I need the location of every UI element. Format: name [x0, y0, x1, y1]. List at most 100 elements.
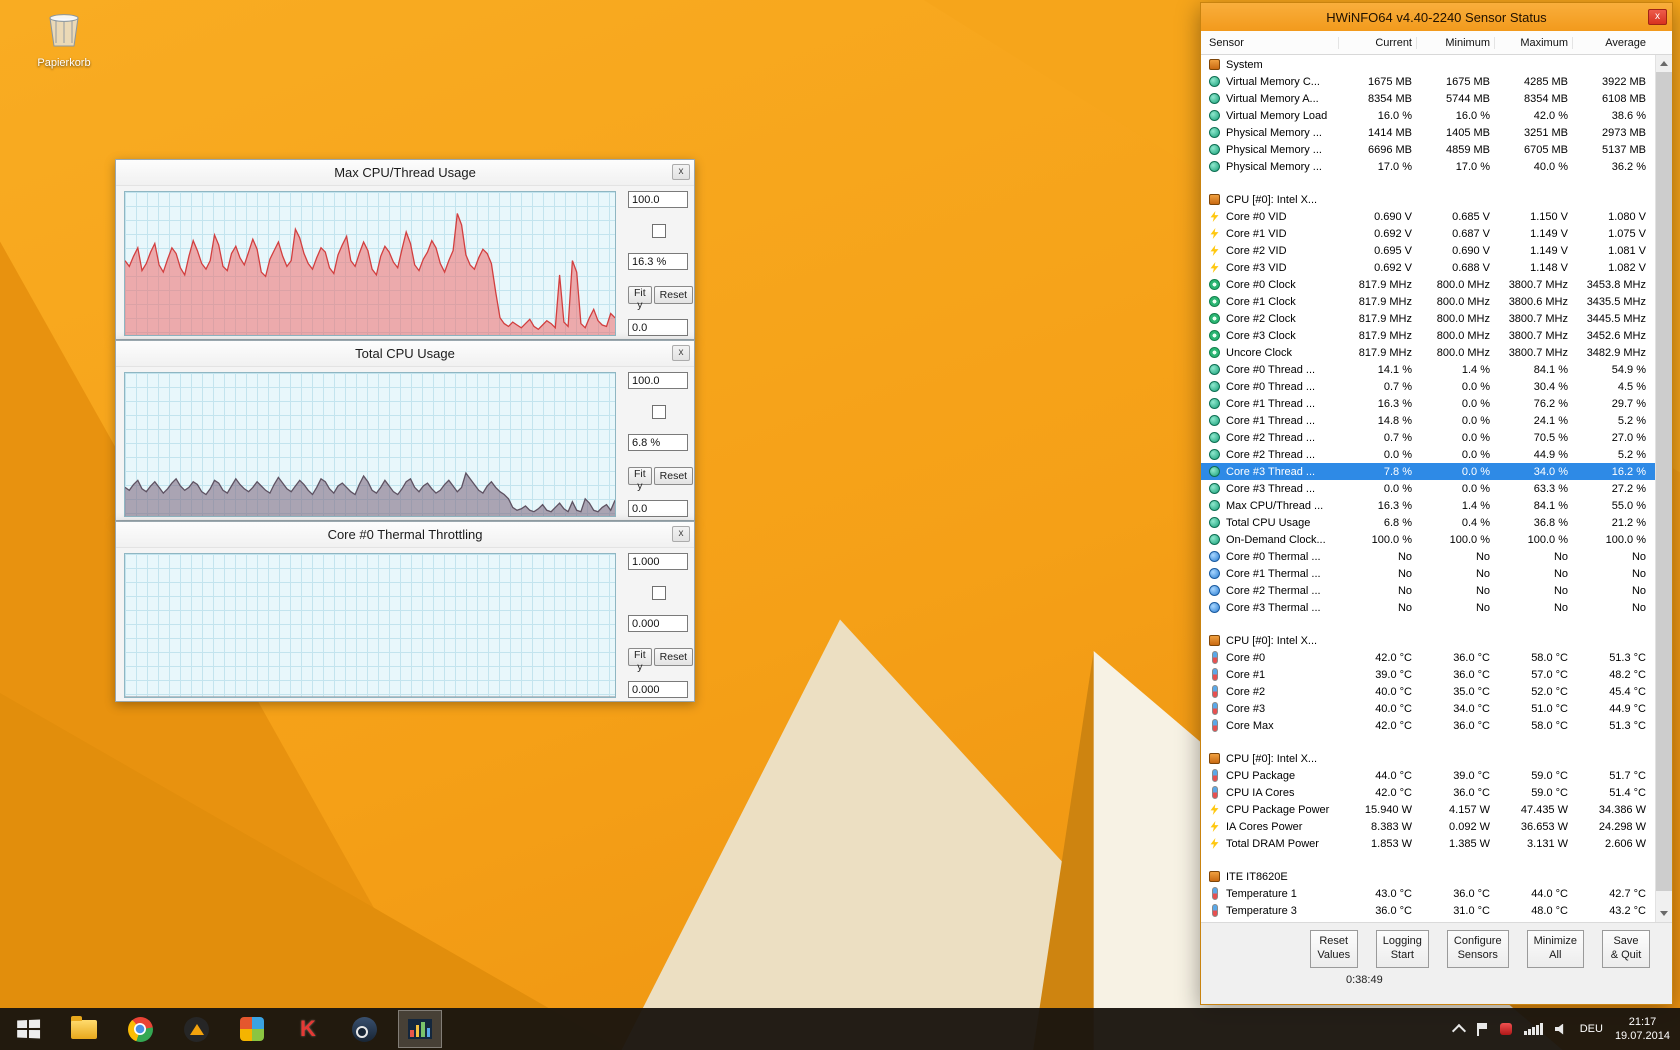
- scrollbar[interactable]: [1655, 55, 1672, 922]
- sensor-row[interactable]: Core #1 Thermal ... No No No No: [1209, 565, 1650, 582]
- sensor-row[interactable]: Virtual Memory Load 16.0 % 16.0 % 42.0 % 38.…: [1209, 107, 1650, 124]
- column-header-maximum[interactable]: Maximum: [1494, 36, 1572, 49]
- sensor-row[interactable]: Virtual Memory C... 1675 MB 1675 MB 4285 MB…: [1209, 73, 1650, 90]
- sensor-row[interactable]: Core #0 VID 0.690 V 0.685 V 1.150 V 1.080 V: [1209, 208, 1650, 225]
- logging-start-button[interactable]: Logging Start: [1375, 930, 1429, 968]
- steam-button[interactable]: [342, 1010, 386, 1048]
- sensor-row[interactable]: Core #0 Thread ... 0.7 % 0.0 % 30.4 % 4.5 %: [1209, 378, 1650, 395]
- file-explorer-button[interactable]: [62, 1010, 106, 1048]
- sensor-row[interactable]: CPU Package 44.0 °C 39.0 °C 59.0 °C 51.7 °C: [1209, 767, 1650, 784]
- y-max-input[interactable]: 100.0: [628, 372, 688, 389]
- sensor-row[interactable]: Core #1 VID 0.692 V 0.687 V 1.149 V 1.075 V: [1209, 225, 1650, 242]
- sensor-row[interactable]: Physical Memory ... 1414 MB 1405 MB 3251 MB…: [1209, 124, 1650, 141]
- sensor-row[interactable]: Temperature 3 36.0 °C 31.0 °C 48.0 °C 43.2 °…: [1209, 902, 1650, 919]
- sensor-row[interactable]: Core #1 39.0 °C 36.0 °C 57.0 °C 48.2 °C: [1209, 666, 1650, 683]
- sensor-row[interactable]: Core #3 Clock 817.9 MHz 800.0 MHz 3800.7 MH…: [1209, 327, 1650, 344]
- checkbox[interactable]: [652, 223, 666, 238]
- sensor-row[interactable]: Core #2 40.0 °C 35.0 °C 52.0 °C 45.4 °C: [1209, 683, 1650, 700]
- fit-y-button[interactable]: Fit y: [628, 647, 652, 673]
- sensor-row[interactable]: Core #2 Thread ... 0.7 % 0.0 % 70.5 % 27.0 %: [1209, 429, 1650, 446]
- kaspersky-button[interactable]: K: [286, 1010, 330, 1048]
- checkbox[interactable]: [652, 585, 666, 600]
- reset-values-button[interactable]: Reset Values: [1309, 930, 1358, 968]
- y-max-input[interactable]: 100.0: [628, 191, 688, 208]
- hwinfo-titlebar[interactable]: HWiNFO64 v4.40-2240 Sensor Status x: [1201, 3, 1672, 31]
- sensor-row[interactable]: Core #3 Thread ... 0.0 % 0.0 % 63.3 % 27.2 %: [1209, 480, 1650, 497]
- close-icon[interactable]: x: [672, 526, 690, 542]
- column-header-minimum[interactable]: Minimum: [1416, 36, 1494, 49]
- scrollbar-up-arrow[interactable]: [1656, 55, 1672, 72]
- y-min-input[interactable]: 0.0: [628, 500, 688, 517]
- media-app-button[interactable]: [174, 1010, 218, 1048]
- column-header-current[interactable]: Current: [1338, 36, 1416, 49]
- sensor-row[interactable]: Core #2 VID 0.695 V 0.690 V 1.149 V 1.081 V: [1209, 242, 1650, 259]
- y-min-input[interactable]: 0.000: [628, 681, 688, 698]
- sensor-row[interactable]: Core #1 Thread ... 14.8 % 0.0 % 24.1 % 5.2 %: [1209, 412, 1650, 429]
- sensor-row[interactable]: Core #0 Thermal ... No No No No: [1209, 548, 1650, 565]
- y-max-input[interactable]: 1.000: [628, 553, 688, 570]
- sensor-group-row[interactable]: CPU [#0]: Intel X...: [1209, 191, 1650, 208]
- sensor-row[interactable]: Core Max 42.0 °C 36.0 °C 58.0 °C 51.3 °C: [1209, 717, 1650, 734]
- volume-icon[interactable]: [1554, 1023, 1564, 1035]
- network-icon[interactable]: [1524, 1023, 1543, 1035]
- close-icon[interactable]: x: [672, 345, 690, 361]
- sensor-row[interactable]: Core #0 Clock 817.9 MHz 800.0 MHz 3800.7 MH…: [1209, 276, 1650, 293]
- sensor-row[interactable]: Max CPU/Thread ... 16.3 % 1.4 % 84.1 % 55.0 …: [1209, 497, 1650, 514]
- sensor-row[interactable]: Core #1 Clock 817.9 MHz 800.0 MHz 3800.6 MH…: [1209, 293, 1650, 310]
- recycle-bin[interactable]: Papierkorb: [26, 8, 102, 69]
- current-value-input[interactable]: 16.3 %: [628, 253, 688, 270]
- start-button[interactable]: [6, 1010, 50, 1048]
- sensor-row[interactable]: CPU IA Cores 42.0 °C 36.0 °C 59.0 °C 51.4 °C: [1209, 784, 1650, 801]
- column-header-sensor[interactable]: Sensor: [1209, 37, 1338, 49]
- chrome-button[interactable]: [118, 1010, 162, 1048]
- scrollbar-thumb[interactable]: [1656, 72, 1672, 891]
- show-hidden-icons-chevron-icon[interactable]: [1452, 1023, 1467, 1038]
- sensor-row[interactable]: Core #3 Thermal ... No No No No: [1209, 599, 1650, 616]
- close-icon[interactable]: x: [1648, 9, 1667, 25]
- sensor-row[interactable]: Core #3 VID 0.692 V 0.688 V 1.148 V 1.082 V: [1209, 259, 1650, 276]
- reset-button[interactable]: Reset: [653, 466, 694, 485]
- sensor-row[interactable]: Core #2 Thread ... 0.0 % 0.0 % 44.9 % 5.2 %: [1209, 446, 1650, 463]
- reset-button[interactable]: Reset: [653, 647, 694, 666]
- sensor-row[interactable]: Total DRAM Power 1.853 W 1.385 W 3.131 W 2.6…: [1209, 835, 1650, 852]
- sensor-group-row[interactable]: System: [1209, 56, 1650, 73]
- fit-y-button[interactable]: Fit y: [628, 466, 652, 492]
- current-value-input[interactable]: 0.000: [628, 615, 688, 632]
- save-quit-button[interactable]: Save & Quit: [1602, 930, 1650, 968]
- sensor-row[interactable]: Core #3 40.0 °C 34.0 °C 51.0 °C 44.9 °C: [1209, 700, 1650, 717]
- sensor-group-row[interactable]: CPU [#0]: Intel X...: [1209, 750, 1650, 767]
- sensor-row[interactable]: On-Demand Clock... 100.0 % 100.0 % 100.0 % 1…: [1209, 531, 1650, 548]
- sensor-row[interactable]: Temperature 1 43.0 °C 36.0 °C 44.0 °C 42.7 °…: [1209, 885, 1650, 902]
- sensor-row[interactable]: Core #2 Clock 817.9 MHz 800.0 MHz 3800.7 MH…: [1209, 310, 1650, 327]
- column-header-average[interactable]: Average: [1572, 36, 1650, 49]
- hwinfo-taskbar-button[interactable]: [398, 1010, 442, 1048]
- graph-window-titlebar[interactable]: Max CPU/Thread Usage x: [116, 160, 694, 186]
- sensor-row[interactable]: Core #1 Thread ... 16.3 % 0.0 % 76.2 % 29.7 …: [1209, 395, 1650, 412]
- graph-window-titlebar[interactable]: Core #0 Thermal Throttling x: [116, 522, 694, 548]
- minimize-all-button[interactable]: Minimize All: [1526, 930, 1584, 968]
- fit-y-button[interactable]: Fit y: [628, 285, 652, 311]
- kaspersky-tray-icon[interactable]: [1500, 1023, 1513, 1035]
- sensor-row[interactable]: Core #0 42.0 °C 36.0 °C 58.0 °C 51.3 °C: [1209, 649, 1650, 666]
- sensor-row[interactable]: Physical Memory ... 17.0 % 17.0 % 40.0 % 36.…: [1209, 158, 1650, 175]
- scrollbar-down-arrow[interactable]: [1656, 905, 1672, 922]
- sensor-row[interactable]: Core #2 Thermal ... No No No No: [1209, 582, 1650, 599]
- sensor-row[interactable]: Core #0 Thread ... 14.1 % 1.4 % 84.1 % 54.9 …: [1209, 361, 1650, 378]
- clock[interactable]: 21:17 19.07.2014: [1615, 1015, 1670, 1044]
- sensor-row[interactable]: Physical Memory ... 6696 MB 4859 MB 6705 MB…: [1209, 141, 1650, 158]
- sensor-group-row[interactable]: CPU [#0]: Intel X...: [1209, 632, 1650, 649]
- checkbox[interactable]: [652, 404, 666, 419]
- sensor-row[interactable]: Uncore Clock 817.9 MHz 800.0 MHz 3800.7 MHz…: [1209, 344, 1650, 361]
- sensor-row[interactable]: Total CPU Usage 6.8 % 0.4 % 36.8 % 21.2 %: [1209, 514, 1650, 531]
- reset-button[interactable]: Reset: [653, 285, 694, 304]
- close-icon[interactable]: x: [672, 164, 690, 180]
- graph-window-titlebar[interactable]: Total CPU Usage x: [116, 341, 694, 367]
- y-min-input[interactable]: 0.0: [628, 319, 688, 336]
- sensor-row[interactable]: CPU Package Power 15.940 W 4.157 W 47.435 W…: [1209, 801, 1650, 818]
- sensor-group-row[interactable]: ITE IT8620E: [1209, 868, 1650, 885]
- sensor-row[interactable]: IA Cores Power 8.383 W 0.092 W 36.653 W 24.2…: [1209, 818, 1650, 835]
- action-center-flag-icon[interactable]: [1476, 1022, 1488, 1036]
- colorful-app-button[interactable]: [230, 1010, 274, 1048]
- configure-sensors-button[interactable]: Configure Sensors: [1446, 930, 1509, 968]
- sensor-row[interactable]: Virtual Memory A... 8354 MB 5744 MB 8354 MB…: [1209, 90, 1650, 107]
